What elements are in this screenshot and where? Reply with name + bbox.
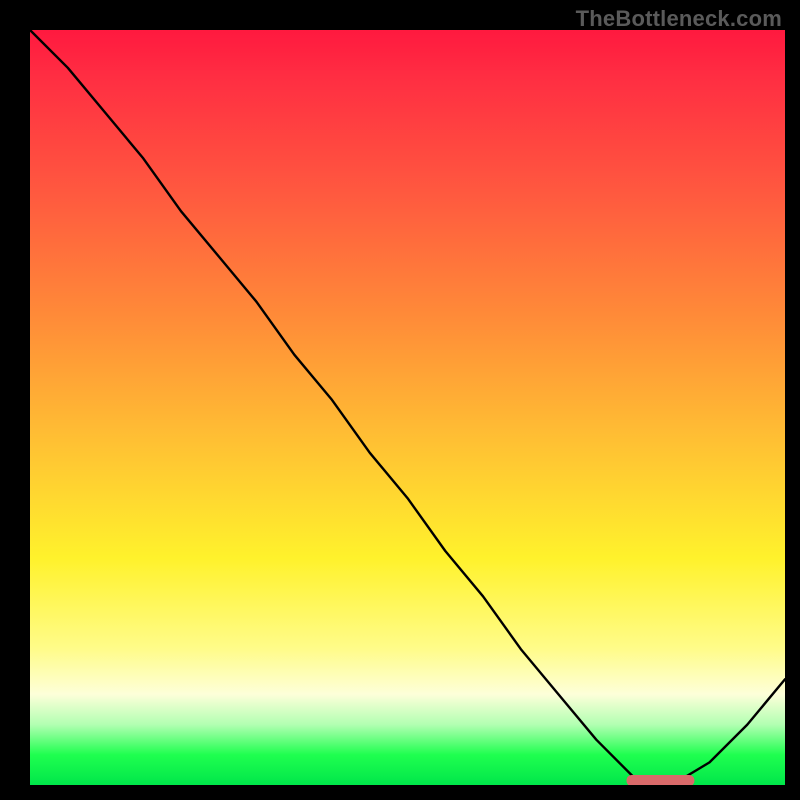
watermark-text: TheBottleneck.com: [576, 6, 782, 32]
plot-area: [30, 30, 785, 785]
bottleneck-curve-line: [30, 30, 785, 785]
chart-svg: [30, 30, 785, 785]
optimal-range-marker: [627, 775, 695, 785]
chart-container: TheBottleneck.com: [0, 0, 800, 800]
